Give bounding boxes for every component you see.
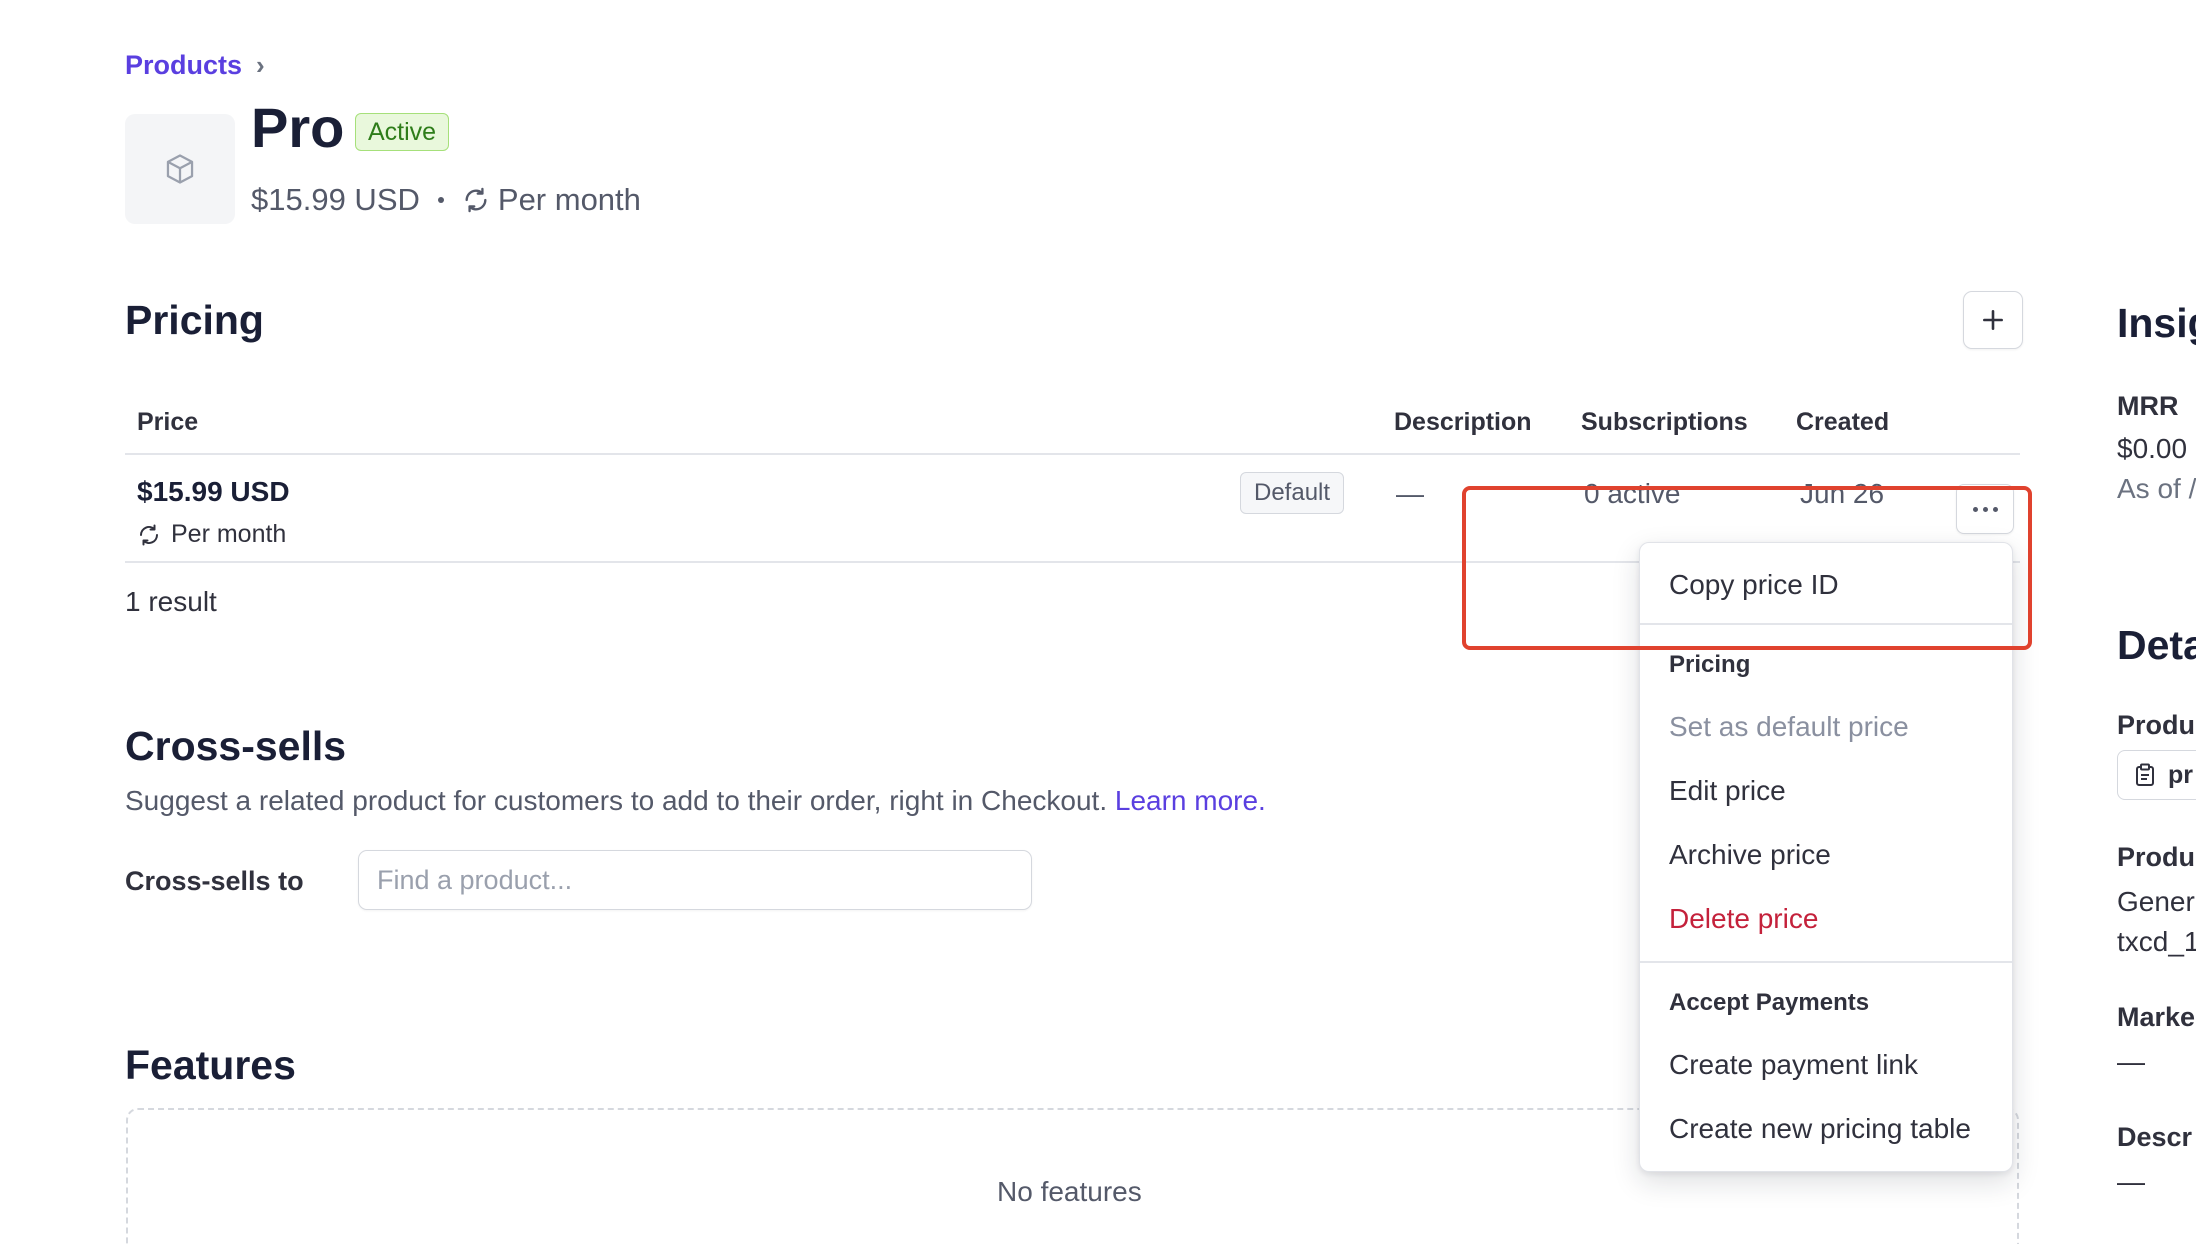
insights-heading: Insig — [2117, 300, 2196, 346]
price-actions-menu: Copy price ID Pricing Set as default pri… — [1639, 542, 2013, 1172]
menu-item-delete-price[interactable]: Delete price — [1669, 903, 1818, 935]
mrr-label: MRR — [2117, 391, 2179, 421]
breadcrumb: Products › — [125, 50, 265, 81]
row-created: Jun 26 — [1800, 478, 1885, 509]
features-empty-text: No features — [997, 1176, 1142, 1207]
row-interval-label: Per month — [171, 520, 287, 548]
cross-sells-description: Suggest a related product for customers … — [125, 785, 1266, 817]
tax-code-label: Produ — [2117, 842, 2195, 872]
menu-item-create-pricing-table[interactable]: Create new pricing table — [1669, 1113, 1971, 1145]
row-price: $15.99 USD — [137, 476, 290, 507]
description-label: Descr — [2117, 1122, 2193, 1152]
separator-dot — [437, 197, 444, 203]
mrr-note: As of / — [2117, 473, 2196, 504]
column-header-created[interactable]: Created — [1796, 408, 1889, 437]
column-header-description[interactable]: Description — [1394, 408, 1532, 437]
plus-icon — [1980, 307, 2006, 333]
recurring-icon — [462, 186, 490, 214]
cross-sells-product-search-input[interactable] — [358, 850, 1032, 910]
learn-more-link[interactable]: Learn more. — [1115, 785, 1266, 816]
chevron-right-icon: › — [256, 50, 265, 80]
product-id-chip-text: pr — [2168, 760, 2193, 789]
product-interval-label: Per month — [497, 182, 641, 217]
copy-product-id-button[interactable]: pr — [2117, 750, 2196, 800]
pricing-heading: Pricing — [125, 297, 264, 343]
breadcrumb-products-link[interactable]: Products — [125, 50, 242, 81]
tax-code-id: txcd_1 — [2117, 926, 2196, 957]
default-badge: Default — [1240, 472, 1345, 514]
recurring-icon — [137, 523, 161, 547]
product-interval: Per month — [462, 182, 641, 218]
menu-item-set-default-price[interactable]: Set as default price — [1669, 711, 1909, 743]
marketing-label: Marke — [2117, 1002, 2196, 1032]
menu-section-pricing: Pricing — [1669, 651, 1751, 678]
menu-divider — [1640, 961, 2012, 963]
column-header-price[interactable]: Price — [137, 408, 198, 437]
menu-section-accept-payments: Accept Payments — [1669, 989, 1870, 1016]
product-price: $15.99 USD — [251, 182, 420, 217]
more-horizontal-icon — [1972, 506, 1978, 512]
menu-item-create-payment-link[interactable]: Create payment link — [1669, 1049, 1918, 1081]
table-header-divider — [125, 453, 2020, 455]
menu-item-copy-price-id[interactable]: Copy price ID — [1669, 569, 1839, 601]
row-subscriptions: 0 active — [1584, 478, 1681, 509]
menu-item-archive-price[interactable]: Archive price — [1669, 839, 1831, 871]
menu-divider — [1640, 623, 2012, 625]
cross-sells-description-text: Suggest a related product for customers … — [125, 785, 1108, 816]
menu-item-edit-price[interactable]: Edit price — [1669, 775, 1786, 807]
cross-sells-label: Cross-sells to — [125, 866, 304, 896]
details-heading: Deta — [2117, 622, 2196, 668]
description-value: — — [2117, 1166, 2145, 1197]
column-header-subscriptions[interactable]: Subscriptions — [1581, 408, 1748, 437]
features-heading: Features — [125, 1042, 296, 1088]
row-description: — — [1396, 478, 1424, 509]
tax-code-value: Gener — [2117, 886, 2195, 917]
product-id-label: Produ — [2117, 710, 2195, 740]
box-icon — [163, 152, 197, 186]
product-price-summary: $15.99 USD Per month — [251, 182, 641, 218]
product-title: Pro — [251, 96, 345, 159]
mrr-value: $0.00 — [2117, 433, 2188, 464]
add-price-button[interactable] — [1963, 291, 2023, 349]
marketing-value: — — [2117, 1046, 2145, 1077]
more-actions-button[interactable] — [1956, 484, 2014, 534]
product-image-placeholder[interactable] — [125, 114, 235, 224]
row-interval: Per month — [137, 520, 286, 549]
clipboard-icon — [2134, 763, 2156, 787]
result-count: 1 result — [125, 586, 217, 617]
cross-sells-heading: Cross-sells — [125, 723, 347, 769]
status-badge: Active — [355, 113, 450, 151]
